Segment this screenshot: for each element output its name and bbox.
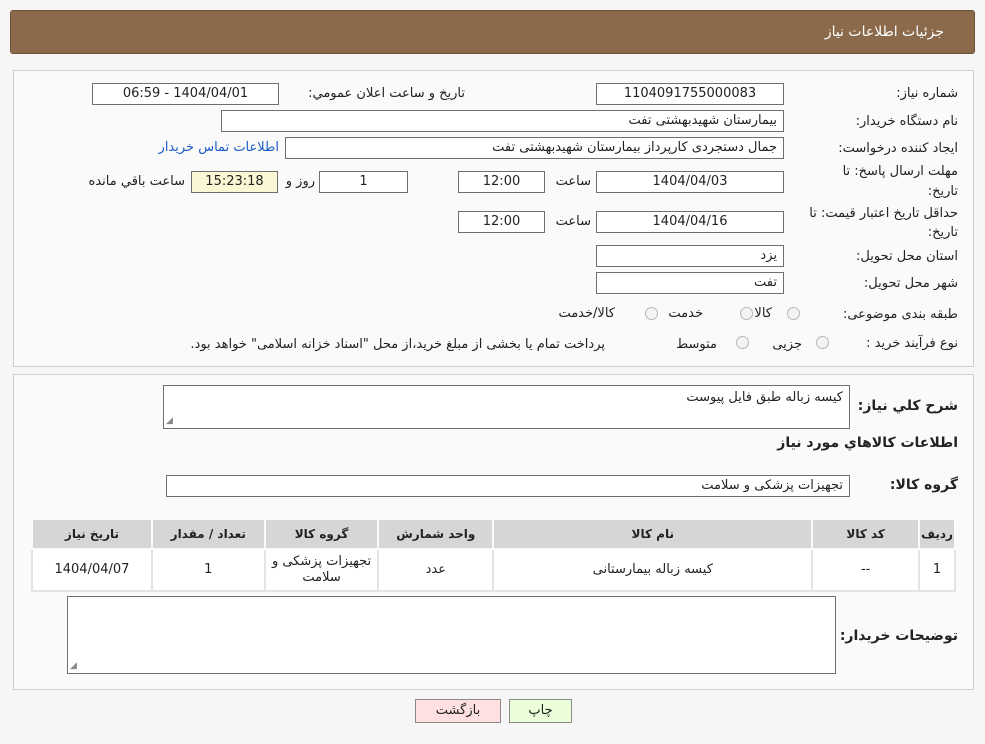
city-field: تفت	[596, 272, 784, 294]
category-radio-goods[interactable]	[787, 307, 800, 320]
back-button[interactable]: بازگشت	[415, 699, 501, 723]
cell-unit: عدد	[377, 548, 495, 592]
print-button[interactable]: چاپ	[509, 699, 572, 723]
need-number-field: 1104091755000083	[596, 83, 784, 105]
buyer-contact-link[interactable]: اطلاعات تماس خریدار	[159, 140, 279, 155]
col-header-code: کد کالا	[811, 518, 921, 550]
purchase-type-label: نوع فرآیند خرید :	[866, 336, 958, 351]
announce-field: 1404/04/01 - 06:59	[92, 83, 279, 105]
resize-grip-icon: ◢	[70, 661, 77, 671]
category-label: طبقه بندی موضوعی:	[842, 307, 958, 322]
summary-text: کیسه زباله طبق فایل پیوست	[686, 390, 843, 405]
cell-code: --	[811, 548, 921, 592]
category-option-goods: کالا	[754, 306, 772, 321]
validity-label-line2: تاریخ:	[927, 225, 958, 240]
goods-info-title: اطلاعات کالاهاي مورد نیاز	[777, 435, 958, 451]
need-number-label: شماره نیاز:	[896, 86, 958, 101]
cell-quantity: 1	[150, 548, 266, 592]
summary-label: شرح کلي نیاز:	[857, 398, 958, 414]
purchase-radio-medium[interactable]	[736, 336, 749, 349]
purchase-option-small: جزیی	[772, 337, 802, 352]
category-option-goods-service: کالا/خدمت	[558, 306, 615, 321]
cell-name: کیسه زباله بیمارستانی	[492, 548, 814, 592]
col-header-unit: واحد شمارش	[377, 518, 495, 550]
resize-grip-icon: ◢	[166, 416, 173, 426]
creator-label: ایجاد کننده درخواست:	[838, 141, 958, 156]
buyer-notes-textarea: ◢	[67, 596, 836, 674]
category-radio-goods-service[interactable]	[645, 307, 658, 320]
col-header-name: نام کالا	[492, 518, 814, 550]
goods-group-field: تجهیزات پزشکی و سلامت	[166, 475, 850, 497]
province-label: استان محل تحویل:	[856, 249, 958, 264]
days-label: روز و	[285, 174, 315, 189]
buyer-notes-label: توضیحات خریدار:	[839, 628, 958, 644]
validity-label-line1: حداقل تاریخ اعتبار قیمت: تا	[809, 206, 958, 221]
purchase-option-medium: متوسط	[676, 337, 717, 352]
cell-group: تجهیزات پزشکی و سلامت	[263, 548, 380, 592]
city-label: شهر محل تحویل:	[863, 276, 958, 291]
table-row: 1 -- کیسه زباله بیمارستانی عدد تجهیزات پ…	[31, 548, 956, 592]
remaining-time-field: 15:23:18	[191, 171, 278, 193]
goods-table: ردیف کد کالا نام کالا واحد شمارش گروه کا…	[31, 518, 956, 592]
deadline-time-field: 12:00	[458, 171, 545, 193]
category-option-service: خدمت	[668, 306, 703, 321]
remaining-label: ساعت باقي مانده	[88, 174, 185, 189]
purchase-radio-small[interactable]	[816, 336, 829, 349]
summary-textarea: کیسه زباله طبق فایل پیوست ◢	[163, 385, 850, 429]
days-field: 1	[319, 171, 408, 193]
col-header-date: تاریخ نیاز	[31, 518, 153, 550]
table-header-row: ردیف کد کالا نام کالا واحد شمارش گروه کا…	[31, 518, 956, 550]
validity-time-field: 12:00	[458, 211, 545, 233]
col-header-quantity: تعداد / مقدار	[150, 518, 266, 550]
deadline-label-line2: تاریخ:	[927, 184, 958, 199]
cell-row-number: 1	[918, 548, 956, 592]
goods-group-label: گروه کالا:	[889, 477, 958, 493]
buyer-org-label: نام دستگاه خریدار:	[855, 114, 958, 129]
page-header: جزئیات اطلاعات نیاز	[10, 10, 975, 54]
validity-date-field: 1404/04/16	[596, 211, 784, 233]
deadline-date-field: 1404/04/03	[596, 171, 784, 193]
col-header-group: گروه کالا	[263, 518, 380, 550]
purchase-note: پرداخت تمام یا بخشی از مبلغ خرید،از محل …	[190, 337, 605, 352]
cell-date: 1404/04/07	[31, 548, 153, 592]
announce-label: تاریخ و ساعت اعلان عمومي:	[308, 86, 465, 101]
col-header-row-number: ردیف	[918, 518, 956, 550]
validity-time-label: ساعت	[555, 214, 591, 229]
province-field: یزد	[596, 245, 784, 267]
page-title: جزئیات اطلاعات نیاز	[824, 24, 944, 40]
deadline-label-line1: مهلت ارسال پاسخ: تا	[842, 164, 958, 179]
deadline-time-label: ساعت	[555, 174, 591, 189]
creator-field: جمال دستجردی کارپرداز بیمارستان شهیدبهشت…	[285, 137, 784, 159]
category-radio-service[interactable]	[740, 307, 753, 320]
buyer-org-field: بیمارستان شهیدبهشتی تفت	[221, 110, 784, 132]
